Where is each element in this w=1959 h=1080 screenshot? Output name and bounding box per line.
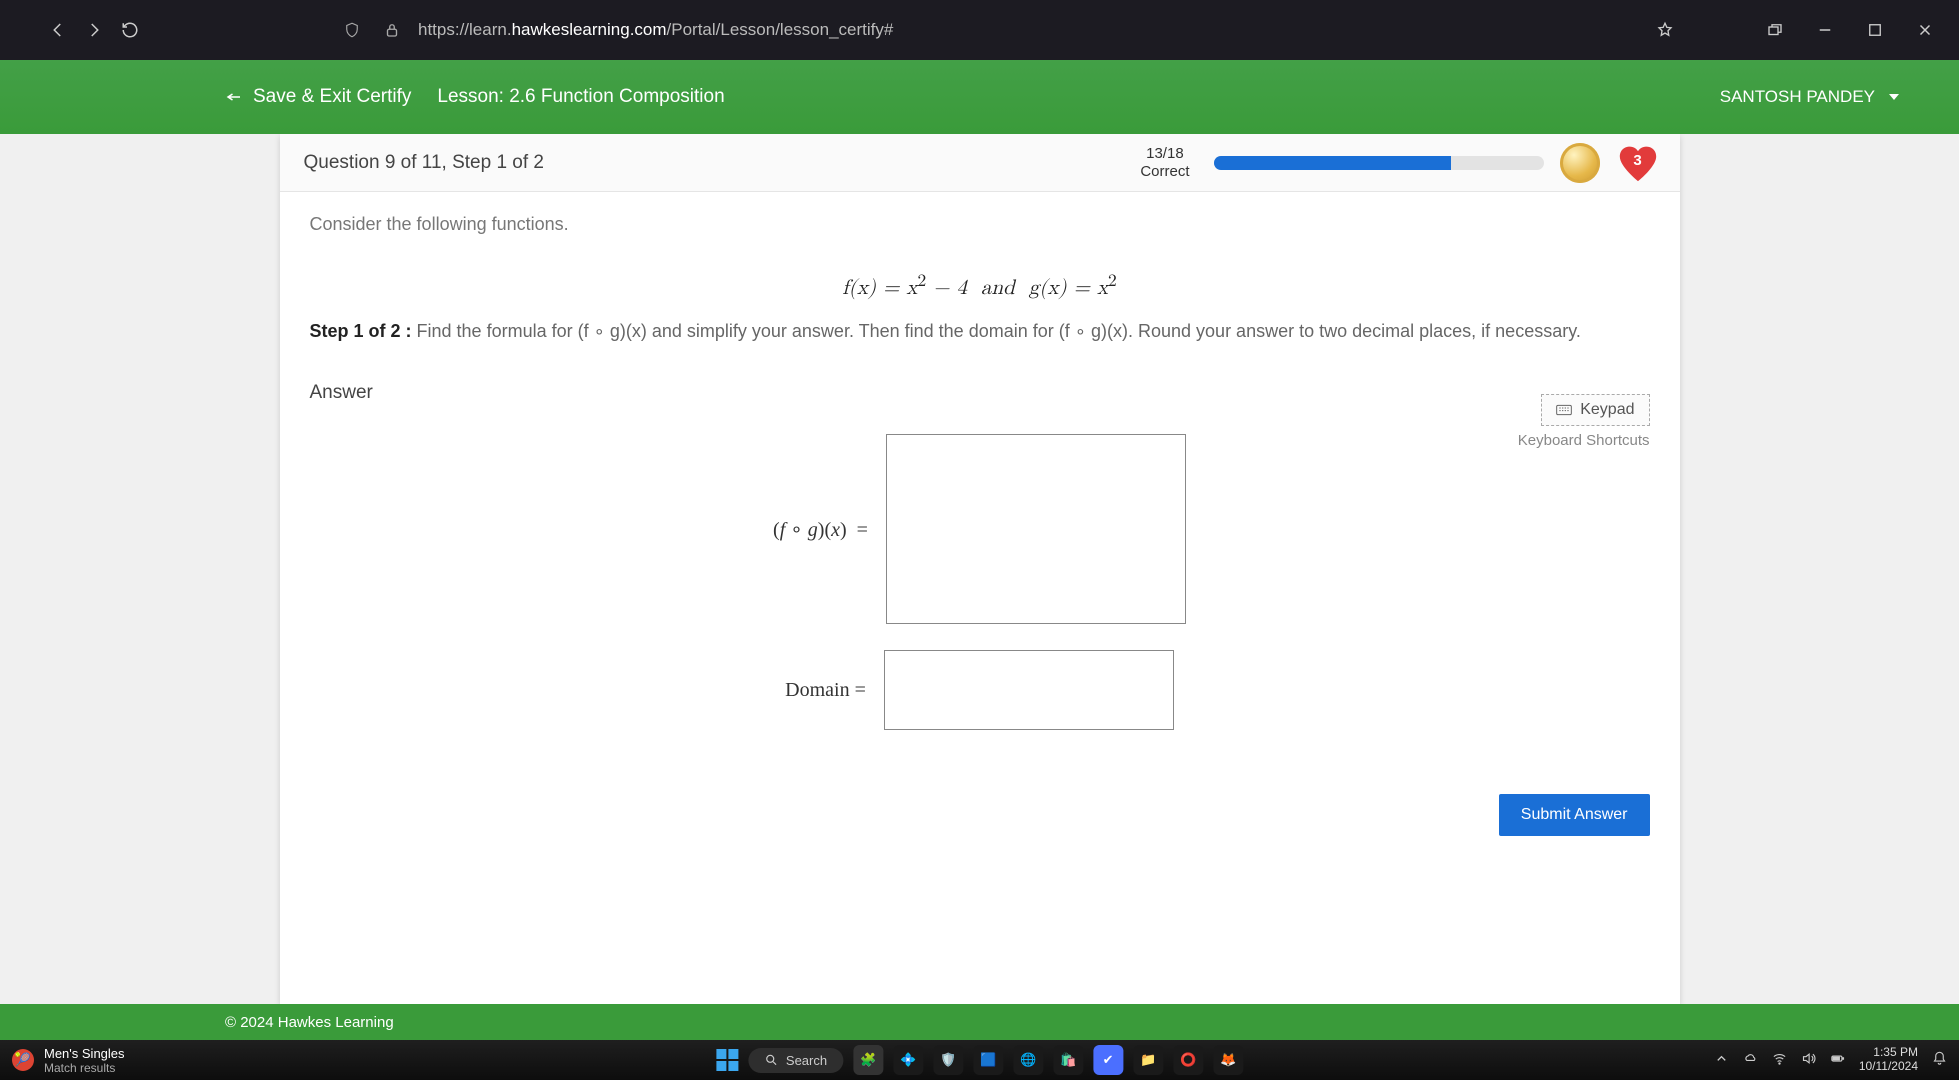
star-icon[interactable] [1651, 16, 1679, 44]
tray-wifi-icon[interactable] [1772, 1051, 1787, 1069]
minimize-icon[interactable] [1811, 16, 1839, 44]
taskbar-app-clip[interactable]: 🟦 [973, 1045, 1003, 1075]
url-prefix: https://learn. [418, 20, 512, 39]
taskbar-search[interactable]: Search [748, 1048, 843, 1073]
taskbar-app-firefox[interactable]: 🦊 [1213, 1045, 1243, 1075]
tray-battery-icon[interactable] [1830, 1051, 1845, 1069]
coin-icon[interactable] [1560, 143, 1600, 183]
step-instruction: Find the formula for (f ∘ g)(x) and simp… [417, 321, 1581, 341]
heart-count: 3 [1633, 152, 1641, 169]
shield-icon[interactable] [338, 16, 366, 44]
url-text[interactable]: https://learn.hawkeslearning.com/Portal/… [418, 20, 893, 40]
footer-copyright: © 2024 Hawkes Learning [0, 1004, 1959, 1040]
problem-math: f(x) = x2 − 4 and g(x) = x2 [310, 271, 1650, 301]
back-button[interactable] [40, 12, 76, 48]
keyboard-shortcuts-link[interactable]: Keyboard Shortcuts [1518, 432, 1650, 449]
lock-icon[interactable] [378, 16, 406, 44]
tray-onedrive-icon[interactable] [1743, 1051, 1758, 1069]
domain-label: Domain = [785, 679, 866, 702]
keypad-button[interactable]: Keypad [1541, 394, 1649, 426]
save-exit-label: Save & Exit Certify [253, 86, 411, 108]
user-name: SANTOSH PANDEY [1720, 87, 1875, 107]
tray-clock[interactable]: 1:35 PM 10/11/2024 [1859, 1046, 1918, 1074]
close-icon[interactable] [1911, 16, 1939, 44]
tray-time: 1:35 PM [1859, 1046, 1918, 1060]
score-text: 13/18 Correct [1140, 145, 1189, 181]
taskbar-app-store[interactable]: 🛍️ [1053, 1045, 1083, 1075]
taskbar-app-1[interactable]: 🧩 [853, 1045, 883, 1075]
window-restore-icon[interactable] [1761, 16, 1789, 44]
domain-input[interactable] [884, 650, 1174, 730]
answer-heading: Answer [310, 382, 1650, 404]
score-fraction: 13/18 [1140, 145, 1189, 163]
chevron-down-icon [1889, 94, 1899, 100]
question-title: Question 9 of 11, Step 1 of 2 [304, 152, 544, 174]
taskbar-app-edge[interactable]: 🌐 [1013, 1045, 1043, 1075]
fog-label: (f ∘ g)(x) = [773, 517, 868, 542]
taskbar-news[interactable]: 🎾 Men's Singles Match results [12, 1046, 125, 1075]
taskbar-app-brave[interactable]: 🛡️ [933, 1045, 963, 1075]
progress-bar [1214, 156, 1544, 170]
maximize-icon[interactable] [1861, 16, 1889, 44]
submit-answer-button[interactable]: Submit Answer [1499, 794, 1650, 836]
news-sub: Match results [44, 1061, 125, 1075]
tray-volume-icon[interactable] [1801, 1051, 1816, 1069]
save-exit-button[interactable]: Save & Exit Certify [225, 86, 411, 108]
taskbar: 🎾 Men's Singles Match results Search 🧩 💠… [0, 1040, 1959, 1080]
step-text: Step 1 of 2 : Find the formula for (f ∘ … [310, 321, 1650, 342]
news-icon: 🎾 [12, 1049, 34, 1071]
step-label: Step 1 of 2 : [310, 321, 412, 341]
taskbar-app-explorer[interactable]: 📁 [1133, 1045, 1163, 1075]
tray-date: 10/11/2024 [1859, 1060, 1918, 1074]
app-header: Save & Exit Certify Lesson: 2.6 Function… [0, 60, 1959, 134]
problem-intro: Consider the following functions. [310, 214, 1650, 235]
taskbar-app-todo[interactable]: ✔ [1093, 1045, 1123, 1075]
lesson-title: Lesson: 2.6 Function Composition [437, 86, 724, 108]
taskbar-app-chrome[interactable]: ⭕ [1173, 1045, 1203, 1075]
tray-chevron-up-icon[interactable] [1714, 1051, 1729, 1069]
news-title: Men's Singles [44, 1046, 125, 1061]
heart-counter[interactable]: 3 [1616, 143, 1660, 183]
keypad-label: Keypad [1580, 401, 1634, 419]
tray-notifications-icon[interactable] [1932, 1051, 1947, 1069]
taskbar-app-copilot[interactable]: 💠 [893, 1045, 923, 1075]
url-path: /Portal/Lesson/lesson_certify# [667, 20, 894, 39]
user-menu[interactable]: SANTOSH PANDEY [1720, 87, 1899, 107]
start-button[interactable] [716, 1049, 738, 1071]
forward-button[interactable] [76, 12, 112, 48]
reload-button[interactable] [112, 12, 148, 48]
score-label: Correct [1140, 163, 1189, 181]
fog-input[interactable] [886, 434, 1186, 624]
url-host: hawkeslearning.com [512, 20, 667, 39]
taskbar-search-label: Search [786, 1053, 827, 1068]
